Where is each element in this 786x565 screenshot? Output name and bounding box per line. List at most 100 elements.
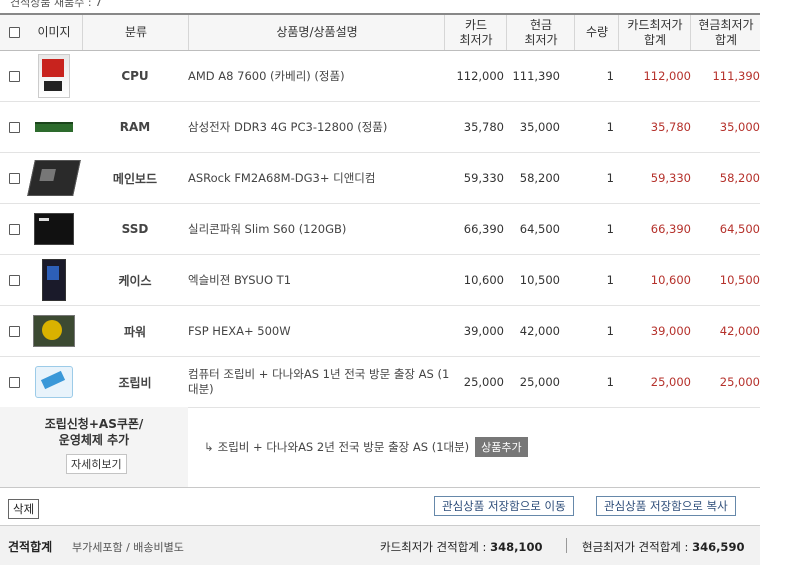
row-card-price: 112,000 (456, 69, 504, 83)
row-product-name[interactable]: 엑슬비젼 BYSUO T1 (188, 255, 458, 305)
table-row: RAM 삼성전자 DDR3 4G PC3-12800 (정품) 35,780 3… (0, 102, 760, 153)
header-card-total-line1: 카드최저가 (627, 17, 683, 32)
row-cash-total: 10,500 (719, 273, 760, 287)
row-cash-price: 58,200 (519, 171, 560, 185)
addon-item-text: 조립비 + 다나와AS 2년 전국 방문 출장 AS (1대분) (217, 440, 470, 454)
estimate-total-bar: 견적합계 부가세포함 / 배송비별도 카드최저가 견적합계 : 348,100 … (0, 525, 760, 565)
row-cash-price: 25,000 (519, 375, 560, 389)
row-checkbox[interactable] (8, 376, 20, 388)
addon-sidebar: 조립신청+AS쿠폰/ 운영체제 추가 자세히보기 (0, 407, 188, 487)
row-card-price: 39,000 (463, 324, 504, 338)
row-category: 메인보드 (112, 171, 158, 186)
cash-total-value: 346,590 (692, 540, 745, 554)
row-checkbox[interactable] (8, 223, 20, 235)
row-card-total: 66,390 (650, 222, 691, 236)
row-cash-price: 10,500 (519, 273, 560, 287)
add-product-button[interactable]: 상품추가 (475, 437, 528, 457)
row-product-name[interactable]: 컴퓨터 조립비 + 다나와AS 1년 전국 방문 출장 AS (1대분) (188, 357, 458, 407)
row-category: 파워 (123, 324, 147, 339)
ram-product-image[interactable] (35, 122, 73, 132)
row-checkbox[interactable] (8, 121, 20, 133)
header-product-name: 상품명/상품설명 (188, 15, 445, 50)
return-arrow-icon: ↳ (204, 440, 214, 454)
assembly-addon-section: 조립신청+AS쿠폰/ 운영체제 추가 자세히보기 ↳ 조립비 + 다나와AS 2… (0, 407, 760, 488)
table-row: 파워 FSP HEXA+ 500W 39,000 42,000 1 39,000… (0, 306, 760, 357)
row-card-price: 66,390 (463, 222, 504, 236)
row-quantity: 1 (606, 69, 614, 83)
header-category: 분류 (82, 15, 189, 50)
card-total-summary: 카드최저가 견적합계 : 348,100 (380, 539, 542, 555)
row-card-total: 39,000 (650, 324, 691, 338)
table-row: 케이스 엑슬비젼 BYSUO T1 10,600 10,500 1 10,600… (0, 255, 760, 306)
header-card-price-line1: 카드 (464, 17, 488, 32)
header-cash-price-line1: 현금 (529, 17, 553, 32)
addon-item: ↳ 조립비 + 다나와AS 2년 전국 방문 출장 AS (1대분) 상품추가 (204, 437, 528, 457)
row-cash-total: 64,500 (719, 222, 760, 236)
row-cash-price: 64,500 (519, 222, 560, 236)
move-to-wishlist-button[interactable]: 관심상품 저장함으로 이동 (434, 496, 574, 516)
cpu-product-image[interactable] (38, 54, 70, 98)
header-cash-total-line1: 현금최저가 (698, 17, 754, 32)
header-card-total-line2: 합계 (643, 32, 667, 47)
row-checkbox[interactable] (8, 325, 20, 337)
addon-title-line1: 조립신청+AS쿠폰/ (44, 417, 144, 431)
select-all-checkbox[interactable] (8, 27, 20, 38)
action-bar: 삭제 관심상품 저장함으로 이동 관심상품 저장함으로 복사 (0, 488, 760, 524)
row-product-name[interactable]: 삼성전자 DDR3 4G PC3-12800 (정품) (188, 102, 458, 152)
row-quantity: 1 (606, 120, 614, 134)
view-details-button[interactable]: 자세히보기 (66, 454, 127, 474)
table-row: SSD 실리콘파워 Slim S60 (120GB) 66,390 64,500… (0, 204, 760, 255)
row-cash-total: 35,000 (719, 120, 760, 134)
card-total-value: 348,100 (490, 540, 543, 554)
row-quantity: 1 (606, 171, 614, 185)
cash-total-summary: 현금최저가 견적합계 : 346,590 (582, 539, 744, 555)
row-cash-price: 42,000 (519, 324, 560, 338)
row-checkbox[interactable] (8, 70, 20, 82)
header-image: 이미지 (37, 25, 71, 39)
addon-title-line2: 운영체제 추가 (58, 433, 130, 447)
row-category: SSD (121, 222, 149, 236)
header-cash-total-line2: 합계 (714, 32, 738, 47)
mainboard-product-image[interactable] (27, 160, 81, 196)
row-card-price: 25,000 (463, 375, 504, 389)
row-card-price: 35,780 (463, 120, 504, 134)
row-cash-price: 111,390 (512, 69, 560, 83)
row-cash-total: 111,390 (712, 69, 760, 83)
assembly-product-image[interactable] (35, 366, 73, 398)
estimate-total-label: 견적합계 (8, 540, 53, 554)
ssd-product-image[interactable] (34, 213, 74, 245)
copy-to-wishlist-button[interactable]: 관심상품 저장함으로 복사 (596, 496, 736, 516)
header-card-price: 카드 최저가 (444, 15, 507, 50)
table-row: 조립비 컴퓨터 조립비 + 다나와AS 1년 전국 방문 출장 AS (1대분)… (0, 357, 760, 408)
table-header: 이미지 분류 상품명/상품설명 카드 최저가 현금 최저가 수량 카드최저가 합… (0, 15, 760, 51)
row-checkbox[interactable] (8, 274, 20, 286)
row-product-name[interactable]: AMD A8 7600 (카베리) (정품) (188, 51, 458, 101)
row-category: 조립비 (118, 375, 152, 390)
row-product-name[interactable]: ASRock FM2A68M-DG3+ 디앤디컴 (188, 153, 458, 203)
row-cash-total: 25,000 (719, 375, 760, 389)
row-card-price: 10,600 (463, 273, 504, 287)
psu-product-image[interactable] (33, 315, 75, 347)
header-cash-total: 현금최저가 합계 (690, 15, 761, 50)
total-divider (566, 538, 567, 553)
addon-title: 조립신청+AS쿠폰/ 운영체제 추가 (0, 416, 188, 448)
estimate-total-note: 부가세포함 / 배송비별도 (72, 541, 184, 554)
row-quantity: 1 (606, 324, 614, 338)
table-row: 메인보드 ASRock FM2A68M-DG3+ 디앤디컴 59,330 58,… (0, 153, 760, 204)
row-card-total: 35,780 (650, 120, 691, 134)
row-category: CPU (121, 69, 149, 83)
row-product-name[interactable]: 실리콘파워 Slim S60 (120GB) (188, 204, 458, 254)
row-cash-total: 58,200 (719, 171, 760, 185)
header-quantity: 수량 (574, 15, 619, 50)
row-card-total: 25,000 (650, 375, 691, 389)
row-cash-total: 42,000 (719, 324, 760, 338)
header-card-price-line2: 최저가 (459, 32, 493, 47)
row-checkbox[interactable] (8, 172, 20, 184)
delete-button[interactable]: 삭제 (8, 499, 40, 519)
row-card-total: 59,330 (650, 171, 691, 185)
row-product-name[interactable]: FSP HEXA+ 500W (188, 306, 458, 356)
case-product-image[interactable] (42, 259, 66, 301)
row-card-price: 59,330 (463, 171, 504, 185)
header-card-total: 카드최저가 합계 (618, 15, 691, 50)
estimate-count-note: 견적상품 재품수 : 7 (10, 0, 103, 9)
